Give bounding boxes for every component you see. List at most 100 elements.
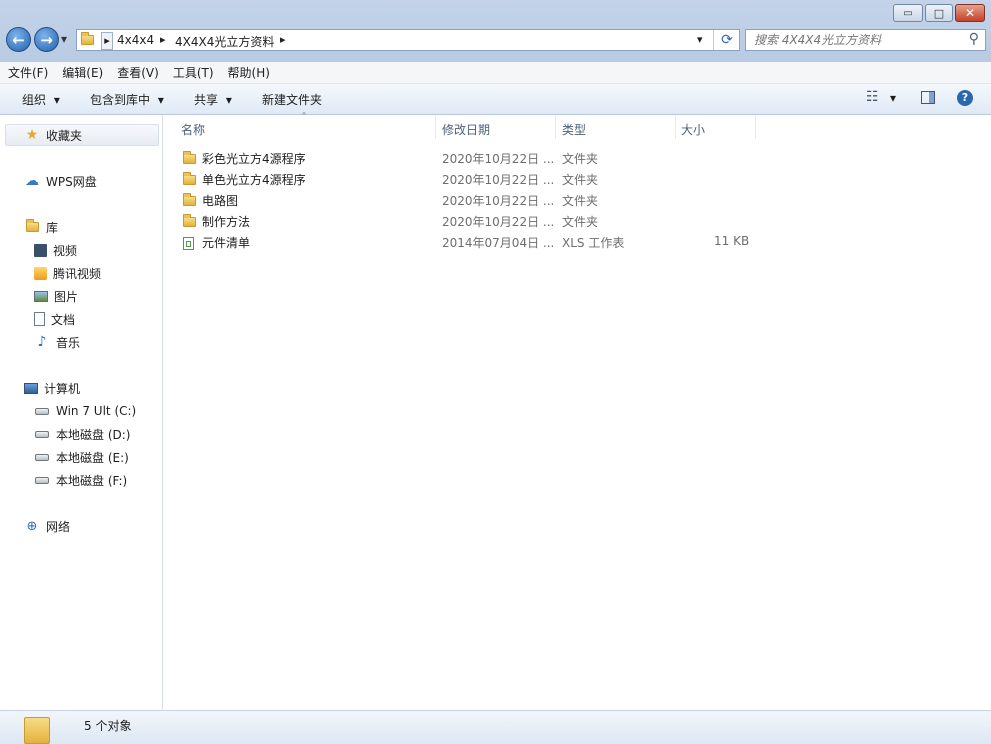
library-icon [24,219,40,235]
organize-label: 组织 [22,93,47,107]
hard-drive-icon [34,472,50,488]
file-type: 文件夹 [562,173,599,187]
include-in-library-button[interactable]: 包含到库中 ▾ [90,91,164,108]
breadcrumb-separator-icon[interactable]: ▸ [101,32,113,50]
sidebar-item-documents[interactable]: 文档 [34,309,75,329]
file-name: 单色光立方4源程序 [202,173,306,187]
address-bar[interactable]: ▸ 4x4x4 ▸ 4X4X4光立方资料 ▸ ▾ ⟳ [76,29,740,51]
windows-drive-icon [34,403,50,419]
menu-file[interactable]: 文件(F) [2,64,54,81]
sidebar-item-network[interactable]: ⊕ 网络 [24,516,70,536]
sort-ascending-icon: ˆ [301,111,307,125]
table-row[interactable]: 单色光立方4源程序 2020年10月22日 ... 文件夹 [163,169,763,189]
table-row[interactable]: 元件清单 2014年07月04日 ... XLS 工作表 11 KB [163,232,763,252]
picture-icon [34,290,48,302]
breadcrumb-separator-icon[interactable]: ▸ [280,33,286,46]
file-date: 2014年07月04日 ... [442,236,555,250]
cloud-icon: ☁ [25,173,39,189]
organize-button[interactable]: 组织 ▾ [22,91,60,108]
sidebar-item-label: 本地磁盘 (E:) [56,450,129,465]
hard-drive-icon [34,449,50,465]
file-list: ˆ 名称 修改日期 类型 大小 彩色光立方4源程序 2020年10月22日 ..… [163,111,991,710]
sidebar-item-drive-d[interactable]: 本地磁盘 (D:) [34,424,130,444]
folder-large-icon [24,717,50,744]
menu-bar: 文件(F) 编辑(E) 查看(V) 工具(T) 帮助(H) [0,62,991,84]
file-type: 文件夹 [562,215,599,229]
help-icon[interactable]: ? [957,90,973,106]
search-icon[interactable]: ⚲ [969,31,979,47]
breadcrumb-separator-icon[interactable]: ▸ [160,33,166,46]
refresh-icon[interactable]: ⟳ [713,30,740,50]
tencent-video-icon [34,266,47,280]
sidebar-item-pictures[interactable]: 图片 [34,286,78,306]
command-bar: 组织 ▾ 包含到库中 ▾ 共享 ▾ 新建文件夹 ☷ ▾ ? [0,84,991,115]
column-divider[interactable] [755,115,756,139]
sidebar-item-label: 计算机 [44,381,81,396]
view-dropdown-icon[interactable]: ▾ [890,91,896,105]
change-view-icon[interactable]: ☷ [866,89,879,105]
table-row[interactable]: 彩色光立方4源程序 2020年10月22日 ... 文件夹 [163,148,763,168]
sidebar-item-label: 视频 [53,243,78,258]
music-note-icon: ♪ [37,334,47,350]
file-date: 2020年10月22日 ... [442,194,555,208]
column-divider[interactable] [675,115,676,139]
sidebar-item-label: 库 [46,220,59,235]
history-dropdown-icon[interactable]: ▾ [61,32,67,46]
maximize-button[interactable]: □ [925,4,953,22]
file-name: 元件清单 [202,236,251,250]
sidebar-item-library[interactable]: 库 [24,217,58,237]
document-icon [34,312,45,326]
column-divider[interactable] [435,115,436,139]
sidebar-item-drive-c[interactable]: Win 7 Ult (C:) [34,401,136,421]
minimize-button[interactable]: ▭ [893,4,923,22]
file-size: 11 KB [714,234,750,248]
file-date: 2020年10月22日 ... [442,215,555,229]
forward-arrow-icon: → [40,30,53,49]
sidebar-item-drive-f[interactable]: 本地磁盘 (F:) [34,470,127,490]
chevron-down-icon: ▾ [157,93,164,107]
address-dropdown-icon[interactable]: ▾ [697,33,703,46]
forward-button[interactable]: → [34,27,59,52]
minimize-icon: ▭ [903,7,913,19]
new-folder-button[interactable]: 新建文件夹 [262,91,322,108]
close-button[interactable]: ✕ [955,4,985,22]
sidebar-item-computer[interactable]: 计算机 [24,378,80,398]
chevron-down-icon: ▾ [225,93,232,107]
breadcrumb-item[interactable]: 4X4X4光立方资料 [175,33,274,50]
file-name: 彩色光立方4源程序 [202,152,306,166]
sidebar-item-label: WPS网盘 [46,174,97,189]
search-box[interactable]: ⚲ [745,29,986,51]
star-icon: ★ [25,127,39,143]
item-count: 5 个对象 [84,719,132,733]
column-header-name[interactable]: 名称 [181,119,205,139]
column-header-date[interactable]: 修改日期 [442,119,490,139]
menu-help[interactable]: 帮助(H) [222,64,276,81]
sidebar-item-tencent-video[interactable]: 腾讯视频 [34,263,101,283]
sidebar-item-wps[interactable]: ☁ WPS网盘 [24,171,97,191]
table-row[interactable]: 制作方法 2020年10月22日 ... 文件夹 [163,211,763,231]
menu-tools[interactable]: 工具(T) [167,64,220,81]
column-header-size[interactable]: 大小 [681,119,705,139]
sidebar-item-label: 腾讯视频 [53,266,102,281]
sidebar-item-label: 本地磁盘 (D:) [56,427,131,442]
file-name: 制作方法 [202,215,251,229]
sidebar-item-favorites[interactable]: ★ 收藏夹 [24,125,82,145]
back-button[interactable]: ← [6,27,31,52]
sidebar-item-music[interactable]: ♪ 音乐 [34,332,80,352]
sidebar-item-label: 网络 [46,519,71,534]
sidebar-item-label: 文档 [51,312,76,327]
file-date: 2020年10月22日 ... [442,173,555,187]
navigation-pane: ★ 收藏夹 ☁ WPS网盘 库 视频 腾讯视频 图片 文档 ♪ 音乐 计算机 W… [0,115,163,710]
search-input[interactable] [754,33,964,47]
sidebar-item-videos[interactable]: 视频 [34,240,77,260]
table-row[interactable]: 电路图 2020年10月22日 ... 文件夹 [163,190,763,210]
column-divider[interactable] [555,115,556,139]
share-button[interactable]: 共享 ▾ [194,91,232,108]
preview-pane-icon[interactable] [921,91,935,104]
menu-edit[interactable]: 编辑(E) [56,64,109,81]
breadcrumb-item[interactable]: 4x4x4 [117,33,154,47]
menu-view[interactable]: 查看(V) [111,64,165,81]
sidebar-item-drive-e[interactable]: 本地磁盘 (E:) [34,447,129,467]
share-label: 共享 [194,93,219,107]
column-header-type[interactable]: 类型 [562,119,586,139]
